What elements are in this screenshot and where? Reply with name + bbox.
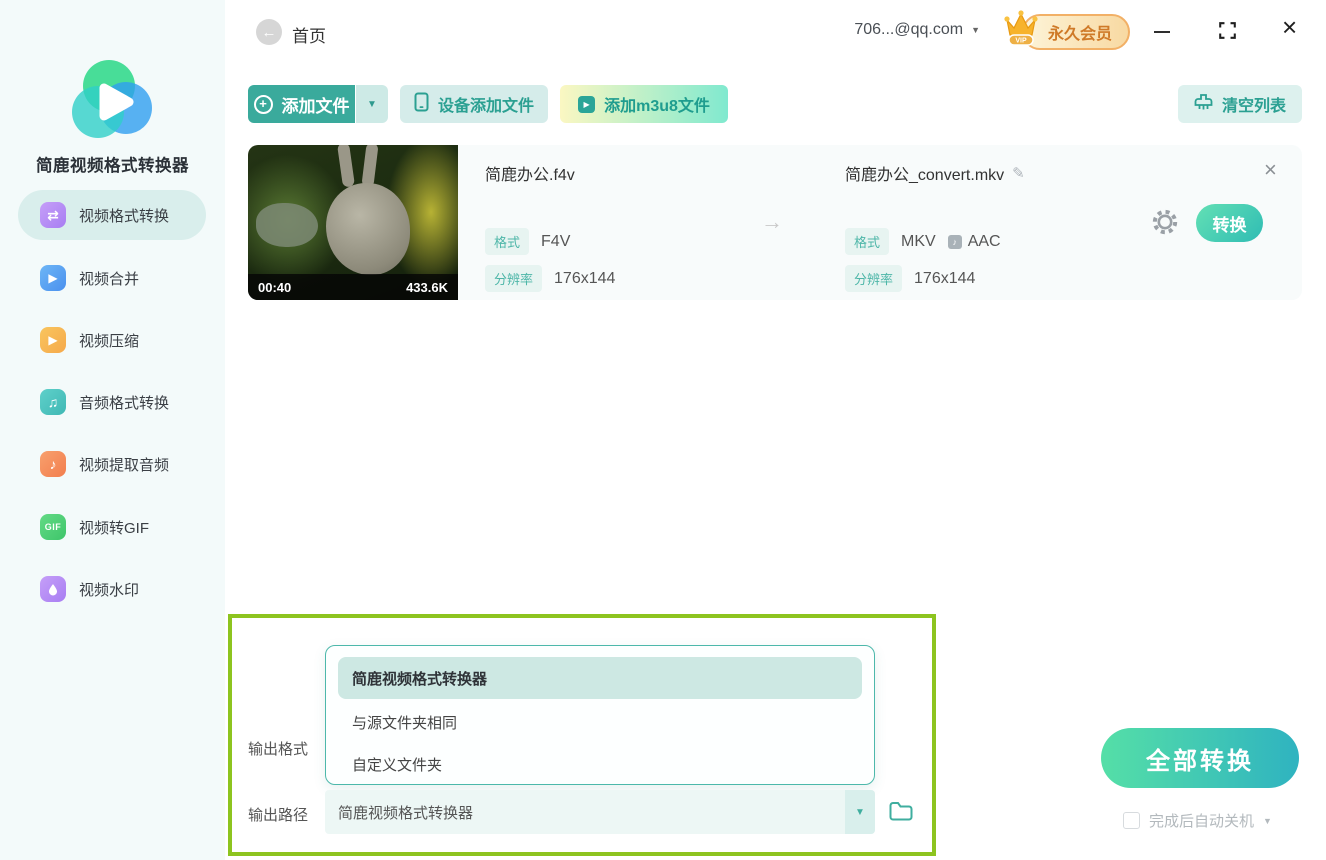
app-title: 简鹿视频格式转换器: [36, 157, 189, 175]
gif-icon: GIF: [40, 514, 66, 540]
video-filesize: 433.6K: [406, 279, 448, 295]
chevron-down-icon: ▼: [971, 25, 980, 35]
watermark-drop-icon: [40, 576, 66, 602]
sidebar-item-video-watermark[interactable]: 视频水印: [18, 564, 206, 614]
video-merge-icon: ▶: [40, 265, 66, 291]
output-path-select[interactable]: 简鹿视频格式转换器 ▼: [325, 790, 875, 834]
minimize-button[interactable]: [1154, 22, 1172, 42]
open-folder-icon[interactable]: [888, 799, 914, 828]
auto-shutdown-toggle[interactable]: 完成后自动关机 ▼: [1123, 810, 1272, 831]
chevron-down-icon: ▼: [367, 98, 377, 110]
svg-text:VIP: VIP: [1015, 38, 1027, 45]
add-file-from-device-button[interactable]: 设备添加文件: [400, 85, 548, 123]
maximize-button[interactable]: [1219, 22, 1236, 44]
remove-item-icon[interactable]: ×: [1264, 159, 1277, 181]
video-thumbnail[interactable]: 00:40 433.6K: [248, 145, 458, 300]
target-resolution-value: 176x144: [914, 269, 976, 287]
target-audio-codec: AAC: [967, 232, 1001, 250]
source-resolution-value: 176x144: [554, 269, 616, 287]
account-email: 706...@qq.com: [854, 21, 964, 38]
plus-icon: +: [253, 94, 273, 114]
source-filename: 简鹿办公.f4v: [485, 167, 575, 184]
video-convert-icon: ⇄: [40, 202, 66, 228]
format-tag: 格式: [485, 228, 530, 255]
breadcrumb-home: 首页: [292, 27, 326, 46]
sidebar: 简鹿视频格式转换器 ⇄ 视频格式转换 ▶ 视频合并 ▶ 视频压缩 ♫ 音频格式转…: [0, 0, 225, 860]
back-arrow-icon: ←: [261, 23, 277, 41]
dropdown-option-same-as-source[interactable]: 与源文件夹相同: [352, 712, 457, 733]
video-duration: 00:40: [258, 279, 292, 295]
convert-direction-arrow-icon: →: [761, 209, 783, 234]
auto-shutdown-label: 完成后自动关机: [1149, 813, 1255, 830]
audio-extract-icon: ♪: [40, 451, 66, 477]
resolution-tag: 分辨率: [845, 265, 903, 292]
checkbox-icon[interactable]: [1123, 812, 1140, 829]
target-filename: 简鹿办公_convert.mkv: [845, 167, 1005, 184]
output-path-value: 简鹿视频格式转换器: [338, 805, 474, 822]
app-logo-icon: [52, 58, 172, 144]
format-tag: 格式: [845, 228, 890, 255]
dropdown-option-custom-folder[interactable]: 自定义文件夹: [352, 754, 442, 775]
sidebar-item-video-extract-audio[interactable]: ♪ 视频提取音频: [18, 439, 206, 489]
output-format-label: 输出格式: [248, 741, 309, 758]
sidebar-item-video-merge[interactable]: ▶ 视频合并: [18, 253, 206, 303]
clear-list-button[interactable]: 清空列表: [1178, 85, 1302, 123]
account-menu[interactable]: 706...@qq.com ▼: [820, 21, 980, 39]
app-window: 简鹿视频格式转换器 ⇄ 视频格式转换 ▶ 视频合并 ▶ 视频压缩 ♫ 音频格式转…: [0, 0, 1326, 860]
output-path-dropdown-panel: 简鹿视频格式转换器 与源文件夹相同 自定义文件夹: [325, 645, 875, 785]
sidebar-item-video-compress[interactable]: ▶ 视频压缩: [18, 315, 206, 365]
item-settings-gear-icon[interactable]: [1151, 208, 1179, 241]
resolution-tag: 分辨率: [485, 265, 543, 292]
output-path-label: 输出路径: [248, 807, 309, 824]
sidebar-item-video-to-gif[interactable]: GIF 视频转GIF: [18, 502, 206, 552]
chevron-down-icon: ▼: [855, 806, 865, 818]
audio-codec-icon: ♪: [947, 234, 962, 249]
m3u8-file-icon: ▶: [578, 95, 596, 113]
phone-icon: [414, 92, 429, 117]
add-file-dropdown-caret[interactable]: ▼: [356, 85, 388, 123]
file-list-item: 00:40 433.6K 简鹿办公.f4v 格式 F4V 分辨率 176x144…: [248, 145, 1302, 300]
audio-convert-icon: ♫: [40, 389, 66, 415]
dropdown-option-selected[interactable]: 简鹿视频格式转换器: [338, 657, 862, 699]
broom-icon: [1194, 93, 1213, 116]
add-file-button[interactable]: + 添加文件: [248, 85, 355, 123]
source-format-value: F4V: [541, 232, 571, 250]
convert-item-button[interactable]: 转换: [1196, 204, 1263, 242]
sidebar-item-audio-format-convert[interactable]: ♫ 音频格式转换: [18, 377, 206, 427]
convert-all-button[interactable]: 全部转换: [1101, 728, 1299, 788]
output-path-caret[interactable]: ▼: [845, 790, 875, 834]
video-compress-icon: ▶: [40, 327, 66, 353]
sidebar-item-video-format-convert[interactable]: ⇄ 视频格式转换: [18, 190, 206, 240]
back-button[interactable]: ←: [256, 19, 282, 45]
close-window-button[interactable]: ×: [1282, 14, 1297, 40]
vip-crown-icon: VIP: [1000, 6, 1042, 48]
rename-pencil-icon[interactable]: ✎: [1012, 164, 1025, 182]
add-m3u8-file-button[interactable]: ▶ 添加m3u8文件: [560, 85, 728, 123]
target-format-value: MKV: [901, 232, 936, 250]
chevron-down-icon: ▼: [1263, 815, 1272, 826]
